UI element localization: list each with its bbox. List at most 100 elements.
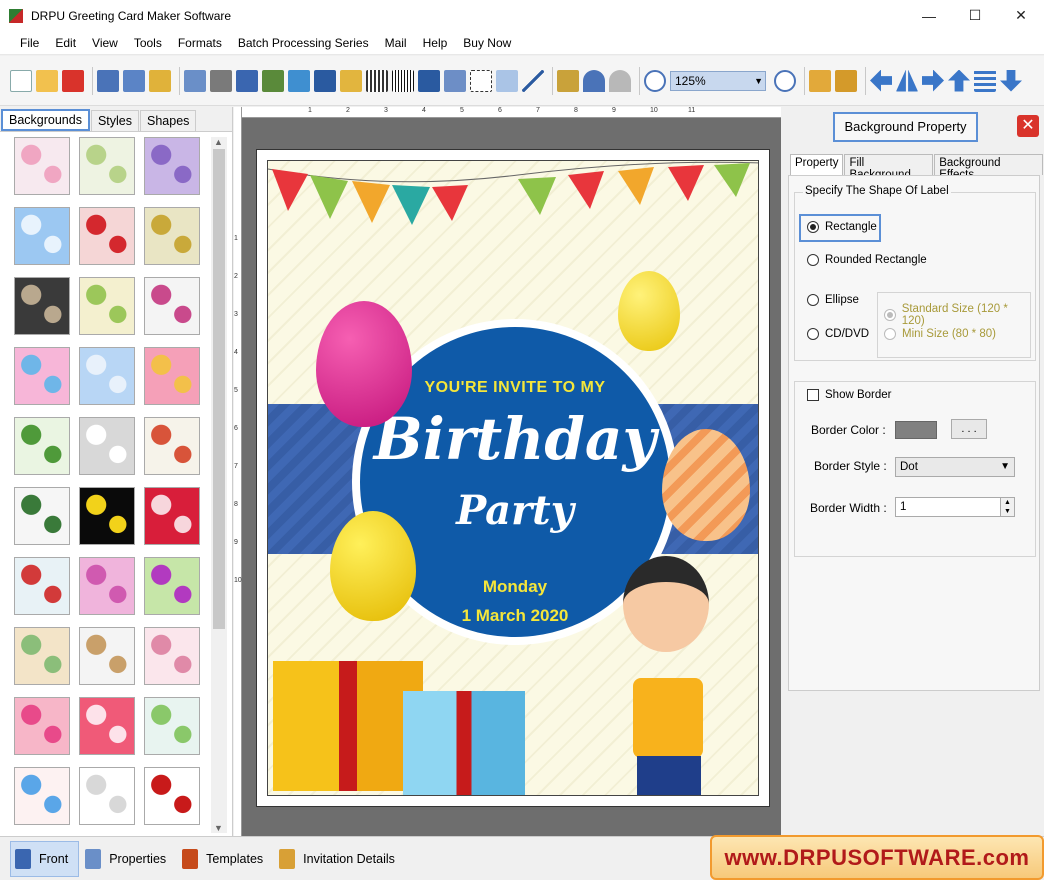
close-button[interactable]: ✕ <box>998 0 1044 31</box>
menu-file[interactable]: File <box>12 31 47 55</box>
menu-help[interactable]: Help <box>415 31 456 55</box>
drpu-software-banner[interactable]: www.DRPUSOFTWARE.com <box>710 835 1044 880</box>
tab-properties[interactable]: Properties <box>81 841 176 877</box>
new-file-icon[interactable] <box>10 69 32 92</box>
radio-rounded-rectangle[interactable]: Rounded Rectangle <box>807 254 927 266</box>
redo-icon[interactable] <box>609 69 631 92</box>
menu-formats[interactable]: Formats <box>170 31 230 55</box>
menu-buy-now[interactable]: Buy Now <box>455 31 519 55</box>
tab-backgrounds[interactable]: Backgrounds <box>1 109 90 131</box>
radio-rectangle[interactable]: Rectangle <box>807 221 877 233</box>
export-icon[interactable] <box>149 69 171 92</box>
word-art-icon[interactable] <box>444 69 466 92</box>
scroll-down-icon[interactable]: ▼ <box>214 823 223 833</box>
tab-fill-background[interactable]: Fill Background <box>844 154 934 181</box>
align-icon[interactable] <box>974 69 996 92</box>
undo-icon[interactable] <box>583 69 605 92</box>
barcode-icon[interactable] <box>366 69 388 92</box>
picture-icon[interactable] <box>288 69 310 92</box>
border-width-stepper[interactable]: 1 ▲ ▼ <box>895 497 1015 517</box>
arrow-up-icon[interactable] <box>948 69 970 92</box>
signature-icon[interactable] <box>470 69 492 92</box>
image-edit-icon[interactable] <box>262 69 284 92</box>
flip-icon[interactable] <box>896 69 918 92</box>
background-thumbnail[interactable] <box>144 697 200 755</box>
tab-invitation-details[interactable]: Invitation Details <box>275 841 405 877</box>
shapes-icon[interactable] <box>340 69 362 92</box>
scroll-up-icon[interactable]: ▲ <box>214 137 223 147</box>
tab-shapes[interactable]: Shapes <box>140 110 197 131</box>
maximize-button[interactable]: ☐ <box>952 0 998 31</box>
arrow-down-icon[interactable] <box>1000 69 1022 92</box>
tab-styles[interactable]: Styles <box>90 110 140 131</box>
background-thumbnail[interactable] <box>14 417 70 475</box>
menu-mail[interactable]: Mail <box>377 31 415 55</box>
copy-icon[interactable] <box>236 69 258 92</box>
background-thumbnail[interactable] <box>14 487 70 545</box>
barcode2-icon[interactable] <box>392 69 414 92</box>
minimize-button[interactable]: — <box>906 0 952 31</box>
close-panel-button[interactable]: ✕ <box>1017 115 1039 137</box>
background-thumbnail[interactable] <box>79 277 135 335</box>
background-thumbnail[interactable] <box>14 137 70 195</box>
arrow-left-icon[interactable] <box>870 69 892 92</box>
pencil-icon[interactable] <box>314 69 336 92</box>
background-thumbnail[interactable] <box>79 417 135 475</box>
scroll-thumb[interactable] <box>213 149 225 629</box>
zoom-out-icon[interactable] <box>774 69 796 92</box>
close-file-icon[interactable] <box>62 69 84 92</box>
background-thumbnail[interactable] <box>79 207 135 265</box>
zoom-select[interactable]: 125% ▼ <box>670 70 766 91</box>
arrow-right-icon[interactable] <box>922 69 944 92</box>
tab-background-effects[interactable]: Background Effects <box>934 154 1043 181</box>
database-icon[interactable] <box>557 69 579 92</box>
background-thumbnail[interactable] <box>14 557 70 615</box>
radio-ellipse[interactable]: Ellipse <box>807 294 859 306</box>
zoom-in-icon[interactable] <box>644 69 666 92</box>
background-thumbnail[interactable] <box>144 347 200 405</box>
background-thumbnail[interactable] <box>14 697 70 755</box>
background-thumbnail[interactable] <box>79 767 135 825</box>
stepper-arrows-icon[interactable]: ▲ ▼ <box>1000 498 1014 516</box>
background-thumbnail[interactable] <box>144 767 200 825</box>
border-color-picker-button[interactable]: . . . <box>951 419 987 439</box>
background-thumbnail[interactable] <box>144 277 200 335</box>
background-thumbnail[interactable] <box>79 487 135 545</box>
border-style-select[interactable]: Dot ▼ <box>895 457 1015 477</box>
background-thumbnail[interactable] <box>79 627 135 685</box>
background-thumbnail[interactable] <box>14 767 70 825</box>
tab-templates[interactable]: Templates <box>178 841 273 877</box>
tab-front[interactable]: Front <box>10 840 80 877</box>
background-thumbnail[interactable] <box>144 417 200 475</box>
menu-batch-processing[interactable]: Batch Processing Series <box>230 31 377 55</box>
tab-property[interactable]: Property <box>790 154 844 175</box>
radio-mini-size[interactable]: Mini Size (80 * 80) <box>884 328 996 340</box>
save-icon[interactable] <box>97 69 119 92</box>
lock-icon[interactable] <box>809 69 831 92</box>
menu-view[interactable]: View <box>84 31 126 55</box>
background-thumbnail[interactable] <box>144 557 200 615</box>
thumbnails-scrollbar[interactable]: ▲ ▼ <box>211 137 227 833</box>
line-icon[interactable] <box>522 69 544 92</box>
border-color-swatch[interactable] <box>895 421 937 439</box>
background-thumbnail[interactable] <box>79 137 135 195</box>
show-border-checkbox[interactable]: Show Border <box>807 389 891 401</box>
radio-standard-size[interactable]: Standard Size (120 * 120) <box>884 303 1030 327</box>
print-icon[interactable] <box>210 69 232 92</box>
background-thumbnail[interactable] <box>79 347 135 405</box>
background-thumbnail[interactable] <box>144 487 200 545</box>
background-thumbnail[interactable] <box>14 277 70 335</box>
background-thumbnail[interactable] <box>14 207 70 265</box>
menu-edit[interactable]: Edit <box>47 31 84 55</box>
background-thumbnail[interactable] <box>144 207 200 265</box>
background-thumbnail[interactable] <box>79 557 135 615</box>
background-thumbnail[interactable] <box>79 697 135 755</box>
unlock-icon[interactable] <box>835 69 857 92</box>
background-thumbnail[interactable] <box>144 627 200 685</box>
background-thumbnail[interactable] <box>144 137 200 195</box>
open-folder-icon[interactable] <box>36 69 58 92</box>
menu-tools[interactable]: Tools <box>126 31 170 55</box>
background-thumbnail[interactable] <box>14 627 70 685</box>
properties-icon[interactable] <box>184 69 206 92</box>
text-icon[interactable] <box>418 69 440 92</box>
